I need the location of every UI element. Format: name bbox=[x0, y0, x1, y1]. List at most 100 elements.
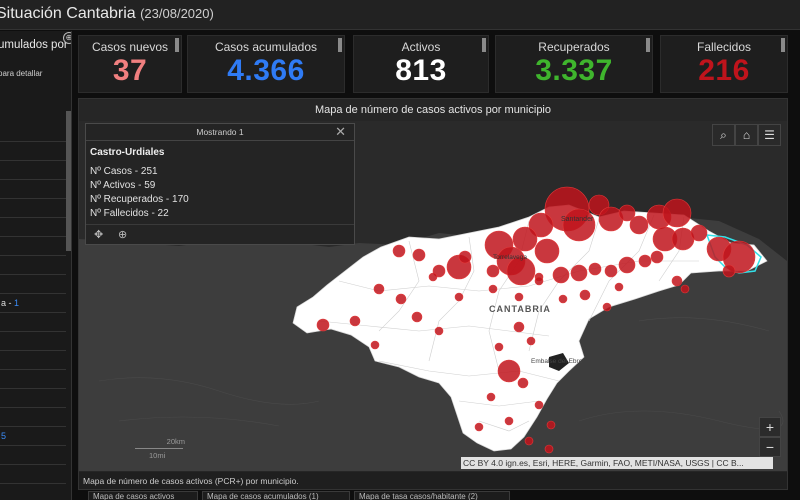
zoom-out-button[interactable]: − bbox=[759, 437, 781, 457]
kpi-value: 216 bbox=[698, 54, 750, 87]
list-item[interactable] bbox=[0, 275, 66, 294]
case-bubble[interactable] bbox=[504, 416, 514, 426]
list-item[interactable] bbox=[0, 199, 66, 218]
case-bubble[interactable] bbox=[474, 422, 484, 432]
list-item[interactable] bbox=[0, 351, 66, 370]
list-item[interactable] bbox=[0, 123, 66, 142]
zoom-to-icon[interactable]: ⊕ bbox=[118, 228, 127, 241]
case-bubble[interactable] bbox=[579, 289, 591, 301]
case-bubble[interactable] bbox=[558, 294, 568, 304]
list-item[interactable] bbox=[0, 180, 66, 199]
case-bubble[interactable] bbox=[680, 284, 690, 294]
case-bubble[interactable] bbox=[638, 254, 652, 268]
list-item[interactable] bbox=[0, 370, 66, 389]
case-bubble[interactable] bbox=[486, 264, 500, 278]
list-icon[interactable]: ☰ bbox=[758, 124, 781, 146]
popup-title: Castro-Urdiales bbox=[90, 147, 165, 158]
case-bubble[interactable] bbox=[411, 311, 423, 323]
list-item[interactable] bbox=[0, 465, 66, 484]
list-item[interactable] bbox=[0, 389, 66, 408]
case-bubble[interactable] bbox=[458, 250, 472, 264]
left-panel-subtitle: para detallar bbox=[0, 69, 43, 78]
list-item[interactable] bbox=[0, 408, 66, 427]
case-bubble[interactable] bbox=[497, 359, 521, 383]
list-item[interactable] bbox=[0, 313, 66, 332]
case-bubble[interactable] bbox=[395, 293, 407, 305]
list-item[interactable] bbox=[0, 237, 66, 256]
case-bubble[interactable] bbox=[629, 215, 649, 235]
case-bubble[interactable] bbox=[517, 377, 529, 389]
case-bubble[interactable] bbox=[604, 264, 618, 278]
case-bubble[interactable] bbox=[392, 244, 406, 258]
case-bubble[interactable] bbox=[570, 264, 588, 282]
case-bubble[interactable] bbox=[494, 342, 504, 352]
case-bubble[interactable] bbox=[534, 400, 544, 410]
close-icon[interactable]: ✕ bbox=[335, 124, 346, 139]
case-bubble[interactable] bbox=[618, 256, 636, 274]
map-view[interactable]: Santander Torrelavega CANTABRIA Embalse … bbox=[79, 121, 787, 471]
left-panel-title: umulados por bbox=[0, 39, 68, 51]
case-bubble[interactable] bbox=[690, 224, 708, 242]
list-item[interactable]: a - 1 bbox=[0, 294, 66, 313]
info-popup[interactable]: Mostrando 1 ✕ Castro-Urdiales Nº Casos -… bbox=[85, 123, 355, 245]
list-item[interactable] bbox=[0, 446, 66, 465]
popup-line: Nº Activos - 59 bbox=[90, 180, 156, 191]
search-icon[interactable]: ⌕ bbox=[712, 124, 735, 146]
case-bubble[interactable] bbox=[349, 315, 361, 327]
kpi-activos: Activos 813 bbox=[353, 35, 489, 93]
left-panel: umulados por ⊕ para detallar a - 1 5 bbox=[0, 31, 72, 500]
list-item[interactable]: 5 bbox=[0, 427, 66, 446]
list-item[interactable] bbox=[0, 161, 66, 180]
case-bubble[interactable] bbox=[512, 226, 538, 252]
kpi-scroll-indicator bbox=[338, 38, 342, 52]
case-bubble[interactable] bbox=[412, 248, 426, 262]
case-bubble[interactable] bbox=[562, 208, 596, 242]
kpi-value: 813 bbox=[395, 54, 447, 87]
list-item[interactable] bbox=[0, 256, 66, 275]
case-bubble[interactable] bbox=[534, 238, 560, 264]
case-bubble[interactable] bbox=[614, 282, 624, 292]
zoom-in-button[interactable]: + bbox=[759, 417, 781, 437]
list-item[interactable] bbox=[0, 484, 66, 500]
case-bubble[interactable] bbox=[486, 392, 496, 402]
tab-casos-activos[interactable]: Mapa de casos activos bbox=[88, 491, 198, 500]
case-bubble[interactable] bbox=[671, 227, 695, 251]
info-icon[interactable]: ⊕ bbox=[63, 32, 71, 44]
home-icon[interactable]: ⌂ bbox=[735, 124, 758, 146]
popup-line: Nº Casos - 251 bbox=[90, 166, 158, 177]
move-icon[interactable]: ✥ bbox=[94, 228, 103, 241]
list-item[interactable] bbox=[0, 218, 66, 237]
case-bubble[interactable] bbox=[370, 340, 380, 350]
tab-tasa[interactable]: Mapa de tasa casos/habitante (2) bbox=[354, 491, 510, 500]
list-scrollbar[interactable] bbox=[66, 111, 71, 251]
case-bubble[interactable] bbox=[546, 420, 556, 430]
case-bubble[interactable] bbox=[373, 283, 385, 295]
kpi-label: Recuperados bbox=[538, 40, 610, 54]
case-bubble[interactable] bbox=[434, 326, 444, 336]
case-bubble[interactable] bbox=[722, 264, 736, 278]
case-bubble[interactable] bbox=[534, 276, 544, 286]
case-bubble[interactable] bbox=[662, 198, 692, 228]
case-bubble[interactable] bbox=[602, 302, 612, 312]
case-bubble[interactable] bbox=[650, 250, 664, 264]
tab-casos-acumulados[interactable]: Mapa de casos acumulados (1) bbox=[202, 491, 350, 500]
case-bubble[interactable] bbox=[588, 262, 602, 276]
case-bubble[interactable] bbox=[488, 284, 498, 294]
kpi-scroll-indicator bbox=[175, 38, 179, 52]
list-item[interactable] bbox=[0, 332, 66, 351]
case-bubble[interactable] bbox=[544, 444, 554, 454]
case-bubble[interactable] bbox=[506, 256, 536, 286]
label-torrelavega: Torrelavega bbox=[493, 254, 527, 261]
case-bubble[interactable] bbox=[428, 272, 438, 282]
case-bubble[interactable] bbox=[552, 266, 570, 284]
map-attribution[interactable]: CC BY 4.0 ign.es, Esri, HERE, Garmin, FA… bbox=[461, 457, 773, 469]
case-bubble[interactable] bbox=[513, 321, 525, 333]
case-bubble[interactable] bbox=[514, 292, 524, 302]
case-bubble[interactable] bbox=[316, 318, 330, 332]
case-bubble[interactable] bbox=[671, 275, 683, 287]
case-bubble[interactable] bbox=[524, 436, 534, 446]
case-bubble[interactable] bbox=[454, 292, 464, 302]
header-bar: Situación Cantabria (23/08/2020) bbox=[0, 0, 800, 30]
list-item[interactable] bbox=[0, 142, 66, 161]
case-bubble[interactable] bbox=[526, 336, 536, 346]
